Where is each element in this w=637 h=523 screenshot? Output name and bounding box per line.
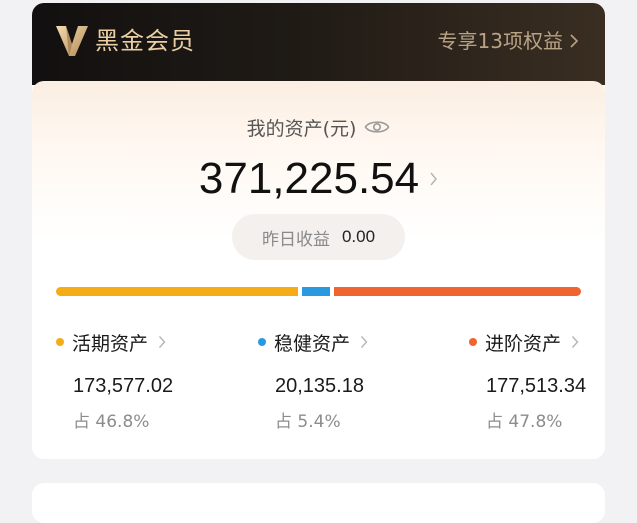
category-title: 稳健资产 (274, 332, 351, 355)
category-dot (258, 338, 266, 346)
category-stable[interactable]: 稳健资产 20,135.18 占 5.4% (258, 329, 418, 432)
asset-label: 我的资产(元) (246, 117, 357, 140)
category-value: 173,577.02 (73, 375, 174, 397)
chevron-right-icon (570, 34, 579, 48)
benefits-link[interactable]: 专享13项权益 (438, 27, 579, 55)
category-ratio: 占 47.8% (486, 412, 563, 432)
category-ratio: 占 46.8% (73, 412, 150, 432)
distribution-segment (334, 287, 581, 296)
eye-icon[interactable] (364, 118, 390, 136)
chevron-right-icon (571, 336, 579, 348)
yesterday-earnings-value: 0.00 (341, 227, 376, 246)
assets-panel: 我的资产(元) 371,225.54 昨日收益 0.00 活期资产 173,57… (32, 81, 605, 459)
yesterday-earnings-pill[interactable]: 昨日收益 0.00 (232, 214, 405, 260)
category-ratio: 占 5.4% (275, 412, 341, 432)
asset-distribution-bar (56, 287, 581, 296)
category-value: 20,135.18 (275, 375, 364, 397)
chevron-right-icon (360, 336, 368, 348)
total-assets-value: 371,225.54 (198, 154, 420, 203)
category-value: 177,513.34 (486, 375, 587, 397)
chevron-right-icon (429, 171, 438, 187)
total-assets-row[interactable]: 371,225.54 (32, 151, 605, 207)
v-logo-icon (56, 26, 88, 56)
chevron-right-icon (158, 336, 166, 348)
asset-label-row: 我的资产(元) (32, 113, 605, 141)
category-advanced[interactable]: 进阶资产 177,513.34 占 47.8% (469, 329, 605, 432)
next-card (32, 483, 605, 523)
member-asset-card: 黑金会员 专享13项权益 我的资产(元) 371,225.54 昨日收益 0.0… (32, 3, 605, 459)
black-gold-header: 黑金会员 专享13项权益 (32, 3, 605, 85)
category-dot (56, 338, 64, 346)
membership-title: 黑金会员 (95, 27, 195, 55)
category-title: 活期资产 (72, 332, 149, 355)
category-current[interactable]: 活期资产 173,577.02 占 46.8% (56, 329, 216, 432)
category-dot (469, 338, 477, 346)
distribution-segment (56, 287, 298, 296)
yesterday-earnings-label: 昨日收益 (261, 229, 330, 250)
category-title: 进阶资产 (485, 332, 562, 355)
distribution-segment (302, 287, 330, 296)
benefits-link-label: 专享13项权益 (437, 29, 563, 53)
